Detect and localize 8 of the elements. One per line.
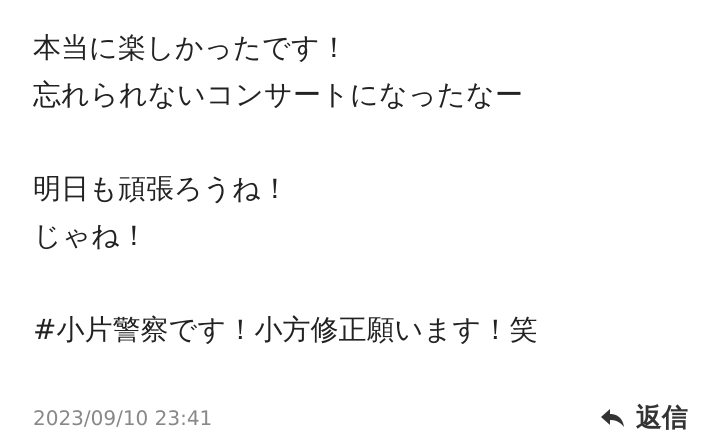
message-line: じゃね！ [33,218,149,254]
reply-icon [600,406,626,428]
timestamp: 2023/09/10 23:41 [33,406,212,430]
reply-button[interactable]: 返信 [600,400,688,435]
message-line: #小片警察です！小方修正願います！笑 [33,312,538,348]
message-line: 明日も頑張ろうね！ [33,171,290,207]
message-line: 本当に楽しかったです！ [33,30,349,66]
message-line: 忘れられないコンサートになったなー [33,77,524,113]
